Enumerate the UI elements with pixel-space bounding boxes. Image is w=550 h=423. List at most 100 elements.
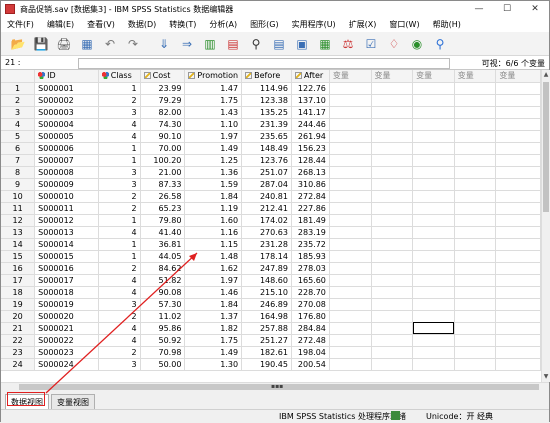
data-cell[interactable]: 257.88 <box>241 322 292 335</box>
empty-cell[interactable] <box>371 250 414 263</box>
empty-cell[interactable] <box>371 214 414 227</box>
data-cell[interactable]: 4 <box>98 130 141 143</box>
data-cell[interactable]: 114.96 <box>241 82 292 95</box>
data-cell[interactable]: 123.38 <box>241 94 292 107</box>
data-cell[interactable]: 4 <box>98 334 141 347</box>
menu-graphs[interactable]: 图形(G) <box>250 19 278 30</box>
data-cell[interactable]: 176.80 <box>291 310 330 323</box>
data-cell[interactable]: 283.19 <box>291 226 330 239</box>
data-cell[interactable]: 65.23 <box>140 202 186 215</box>
empty-cell[interactable] <box>412 118 455 131</box>
data-grid[interactable]: ID Class Cost Promotion Before After 变量 变量 变量 变量变… <box>1 70 541 382</box>
data-cell[interactable]: 1 <box>98 142 141 155</box>
empty-cell[interactable] <box>412 358 455 371</box>
empty-cell[interactable] <box>329 322 372 335</box>
row-number[interactable]: 14 <box>1 238 36 251</box>
empty-cell[interactable] <box>329 142 372 155</box>
minimize-button[interactable]: — <box>465 1 493 17</box>
data-cell[interactable]: S000012 <box>34 214 99 227</box>
data-cell[interactable]: 272.48 <box>291 334 330 347</box>
column-header-before[interactable]: Before <box>241 70 292 83</box>
data-cell[interactable]: S000021 <box>34 322 99 335</box>
row-number[interactable]: 6 <box>1 142 36 155</box>
data-cell[interactable]: 26.58 <box>140 190 186 203</box>
menu-help[interactable]: 帮助(H) <box>433 19 461 30</box>
empty-cell[interactable] <box>329 202 372 215</box>
empty-cell[interactable] <box>371 298 414 311</box>
data-cell[interactable]: S000010 <box>34 190 99 203</box>
empty-cell[interactable] <box>371 226 414 239</box>
goto-case-icon[interactable]: ⇓ <box>155 35 173 53</box>
empty-cell[interactable] <box>454 82 497 95</box>
data-cell[interactable]: 235.72 <box>291 238 330 251</box>
data-cell[interactable]: S000022 <box>34 334 99 347</box>
empty-variable-header[interactable]: 变量 <box>412 70 455 83</box>
row-number[interactable]: 20 <box>1 310 36 323</box>
empty-cell[interactable] <box>495 238 541 251</box>
menu-transform[interactable]: 转换(T) <box>169 19 196 30</box>
empty-cell[interactable] <box>454 358 497 371</box>
empty-cell[interactable] <box>495 166 541 179</box>
row-number[interactable]: 21 <box>1 322 36 335</box>
data-cell[interactable]: 23.99 <box>140 82 186 95</box>
data-cell[interactable]: 84.62 <box>140 262 186 275</box>
print-icon[interactable]: 🖨 <box>55 35 73 53</box>
find-icon[interactable]: ⚲ <box>247 35 265 53</box>
row-number[interactable]: 24 <box>1 358 36 371</box>
empty-cell[interactable] <box>412 178 455 191</box>
empty-variable-header[interactable]: 变量 <box>329 70 372 83</box>
data-cell[interactable]: S000015 <box>34 250 99 263</box>
data-cell[interactable]: 1.97 <box>184 274 243 287</box>
data-cell[interactable]: 1.46 <box>184 286 243 299</box>
menu-utilities[interactable]: 实用程序(U) <box>292 19 336 30</box>
menu-extensions[interactable]: 扩展(X) <box>349 19 377 30</box>
data-cell[interactable]: 182.61 <box>241 346 292 359</box>
data-cell[interactable]: 70.98 <box>140 346 186 359</box>
row-number[interactable]: 10 <box>1 190 36 203</box>
empty-cell[interactable] <box>412 310 455 323</box>
row-number[interactable]: 18 <box>1 286 36 299</box>
data-cell[interactable]: 278.03 <box>291 262 330 275</box>
menu-edit[interactable]: 编辑(E) <box>47 19 74 30</box>
empty-cell[interactable] <box>412 214 455 227</box>
data-cell[interactable]: 231.39 <box>241 118 292 131</box>
empty-cell[interactable] <box>371 346 414 359</box>
empty-cell[interactable] <box>412 274 455 287</box>
data-cell[interactable]: S000017 <box>34 274 99 287</box>
data-cell[interactable]: 36.81 <box>140 238 186 251</box>
row-number[interactable]: 13 <box>1 226 36 239</box>
empty-cell[interactable] <box>454 178 497 191</box>
empty-cell[interactable] <box>371 262 414 275</box>
value-labels-icon[interactable]: ♢ <box>385 35 403 53</box>
data-cell[interactable]: 3 <box>98 166 141 179</box>
empty-cell[interactable] <box>412 238 455 251</box>
empty-cell[interactable] <box>329 130 372 143</box>
data-cell[interactable]: 1 <box>98 214 141 227</box>
search-icon[interactable]: ⚲ <box>431 35 449 53</box>
data-cell[interactable]: 251.27 <box>241 334 292 347</box>
empty-cell[interactable] <box>412 202 455 215</box>
empty-cell[interactable] <box>454 322 497 335</box>
data-cell[interactable]: 2 <box>98 94 141 107</box>
empty-cell[interactable] <box>371 238 414 251</box>
data-cell[interactable]: S000023 <box>34 346 99 359</box>
data-cell[interactable]: S000001 <box>34 82 99 95</box>
empty-cell[interactable] <box>454 346 497 359</box>
row-number[interactable]: 2 <box>1 94 36 107</box>
data-cell[interactable]: 272.84 <box>291 190 330 203</box>
data-cell[interactable]: 4 <box>98 322 141 335</box>
data-cell[interactable]: S000014 <box>34 238 99 251</box>
data-cell[interactable]: 1 <box>98 154 141 167</box>
data-cell[interactable]: 41.40 <box>140 226 186 239</box>
menu-analyze[interactable]: 分析(A) <box>209 19 237 30</box>
empty-cell[interactable] <box>329 214 372 227</box>
empty-cell[interactable] <box>371 154 414 167</box>
data-cell[interactable]: 1 <box>98 238 141 251</box>
empty-cell[interactable] <box>329 286 372 299</box>
data-cell[interactable]: 2 <box>98 190 141 203</box>
row-number[interactable]: 22 <box>1 334 36 347</box>
open-folder-icon[interactable]: 📂 <box>9 35 27 53</box>
row-number[interactable]: 12 <box>1 214 36 227</box>
data-cell[interactable]: 1.49 <box>184 346 243 359</box>
data-cell[interactable]: 270.63 <box>241 226 292 239</box>
